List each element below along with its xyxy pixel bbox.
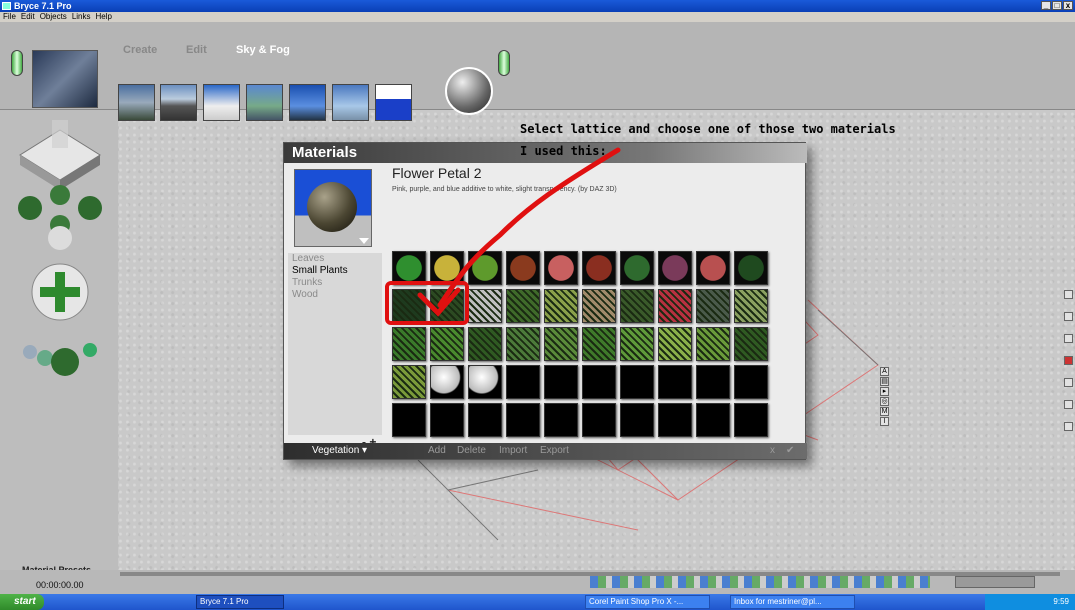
sky-sphere-control[interactable] — [445, 67, 493, 115]
timeline-bar: 00:00:00.00 — [0, 570, 1075, 594]
taskbar-item-inbox[interactable]: Inbox for mestriner@pl... — [730, 595, 855, 609]
tool-icon-4[interactable] — [1064, 356, 1073, 365]
material-swatch[interactable] — [468, 403, 502, 437]
material-swatch[interactable] — [620, 365, 654, 399]
material-swatch[interactable] — [696, 327, 730, 361]
close-button[interactable]: x — [1063, 1, 1073, 10]
red-arrow-annotation — [385, 147, 621, 325]
menu-links[interactable]: Links — [72, 12, 91, 22]
left-nub-handle[interactable] — [11, 50, 23, 76]
tool-icon-5[interactable] — [1064, 378, 1073, 387]
tool-icon-6[interactable] — [1064, 400, 1073, 409]
material-swatch[interactable] — [696, 289, 730, 323]
title-bar: Bryce 7.1 Pro _ □ x — [0, 0, 1075, 12]
material-swatch[interactable] — [734, 327, 768, 361]
material-swatch[interactable] — [696, 403, 730, 437]
material-swatch[interactable] — [392, 403, 426, 437]
start-button[interactable]: start — [0, 594, 44, 610]
tab-edit[interactable]: Edit — [186, 44, 207, 56]
tool-icon-1[interactable] — [1064, 290, 1073, 299]
tool-icon-2[interactable] — [1064, 312, 1073, 321]
material-swatch[interactable] — [392, 365, 426, 399]
library-dropdown[interactable]: Vegetation ▾ — [312, 445, 367, 456]
category-trunks[interactable]: Trunks — [288, 277, 382, 289]
material-swatch[interactable] — [734, 289, 768, 323]
taskbar-item-paintshop[interactable]: Corel Paint Shop Pro X -... — [585, 595, 710, 609]
system-tray: 9:59 — [985, 594, 1075, 610]
category-leaves[interactable]: Leaves — [288, 253, 382, 265]
category-list: Leaves Small Plants Trunks Wood — [288, 253, 382, 435]
window-title: Bryce 7.1 Pro — [14, 1, 72, 11]
add-button[interactable]: Add — [428, 445, 446, 456]
material-swatch[interactable] — [582, 403, 616, 437]
menu-objects[interactable]: Objects — [40, 12, 67, 22]
delete-button[interactable]: Delete — [457, 445, 486, 456]
layer-letter-button[interactable]: ▤ — [880, 377, 889, 386]
tool-icon-3[interactable] — [1064, 334, 1073, 343]
material-swatch[interactable] — [544, 403, 578, 437]
tool-icon-7[interactable] — [1064, 422, 1073, 431]
category-small-plants[interactable]: Small Plants — [288, 265, 382, 277]
clock: 9:59 — [1053, 597, 1069, 606]
material-swatch[interactable] — [506, 365, 540, 399]
align-letter-button[interactable]: A — [880, 367, 889, 376]
material-swatch[interactable] — [582, 365, 616, 399]
material-swatch[interactable] — [468, 365, 502, 399]
cancel-x-button[interactable]: x — [770, 445, 775, 456]
right-edit-letters: A ▤ ▸ ◎ M I — [880, 367, 889, 426]
material-preview[interactable] — [294, 169, 372, 247]
materials-dialog-footer: Vegetation ▾ Add Delete Import Export x … — [284, 443, 807, 459]
info-letter-button[interactable]: I — [880, 417, 889, 426]
material-swatch[interactable] — [658, 251, 692, 285]
material-swatch[interactable] — [430, 365, 464, 399]
material-swatch[interactable] — [544, 365, 578, 399]
material-swatch[interactable] — [658, 289, 692, 323]
import-button[interactable]: Import — [499, 445, 527, 456]
minimize-button[interactable]: _ — [1041, 1, 1051, 10]
material-swatch[interactable] — [430, 403, 464, 437]
material-letter-button[interactable]: M — [880, 407, 889, 416]
annotation-line-1: Select lattice and choose one of those t… — [520, 122, 896, 136]
menu-help[interactable]: Help — [96, 12, 112, 22]
material-sphere-icon — [307, 182, 357, 232]
preview-menu-triangle-icon[interactable] — [359, 238, 369, 244]
right-nub-handle[interactable] — [498, 50, 510, 76]
ok-check-button[interactable]: ✔ — [786, 445, 794, 456]
tab-sky-fog[interactable]: Sky & Fog — [236, 44, 290, 56]
top-toolbar: Create Edit Sky & Fog — [0, 22, 1075, 121]
scene-preview-thumbnail[interactable] — [32, 50, 98, 108]
toolbar-icons-strip[interactable] — [590, 576, 930, 588]
tab-create[interactable]: Create — [123, 44, 157, 56]
category-wood[interactable]: Wood — [288, 289, 382, 301]
right-tool-strip — [1064, 290, 1073, 431]
play-letter-button[interactable]: ▸ — [880, 387, 889, 396]
material-swatch[interactable] — [658, 403, 692, 437]
material-swatch[interactable] — [696, 365, 730, 399]
target-letter-button[interactable]: ◎ — [880, 397, 889, 406]
menu-bar: File Edit Objects Links Help — [0, 12, 1075, 22]
material-swatch[interactable] — [734, 251, 768, 285]
material-swatch[interactable] — [696, 251, 730, 285]
taskbar-item-bryce[interactable]: Bryce 7.1 Pro — [196, 595, 284, 609]
timeline-time: 00:00:00.00 — [36, 580, 84, 590]
menu-file[interactable]: File — [3, 12, 16, 22]
material-swatch[interactable] — [734, 365, 768, 399]
export-button[interactable]: Export — [540, 445, 569, 456]
maximize-button[interactable]: □ — [1052, 1, 1062, 10]
materials-dialog-title: Materials — [292, 144, 358, 161]
material-swatch[interactable] — [658, 327, 692, 361]
menu-edit[interactable]: Edit — [21, 12, 35, 22]
left-control-panel: Material Presets... — [0, 110, 118, 575]
playback-controls[interactable] — [955, 576, 1035, 588]
material-swatch[interactable] — [620, 403, 654, 437]
bryce-app-icon — [2, 2, 11, 10]
material-swatch[interactable] — [734, 403, 768, 437]
camera-controls-icon[interactable] — [10, 120, 110, 480]
material-swatch[interactable] — [658, 365, 692, 399]
windows-taskbar: start Bryce 7.1 Pro Corel Paint Shop Pro… — [0, 594, 1075, 610]
material-swatch[interactable] — [506, 403, 540, 437]
